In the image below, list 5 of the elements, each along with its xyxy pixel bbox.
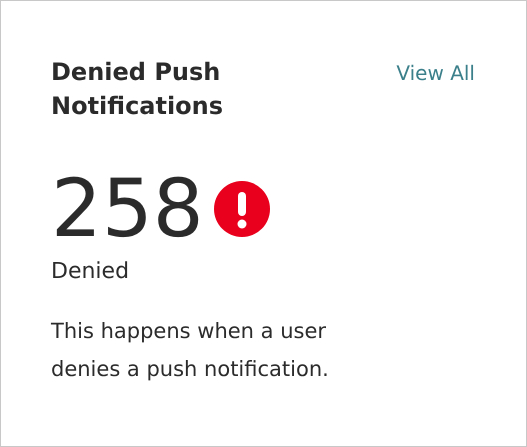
card-title: Denied Push Notifications (51, 57, 224, 122)
view-all-link[interactable]: View All (396, 61, 475, 85)
metric-label: Denied (51, 259, 130, 284)
description: This happens when a user denies a push notification. (51, 318, 330, 383)
metric-value: 258 (51, 169, 204, 249)
